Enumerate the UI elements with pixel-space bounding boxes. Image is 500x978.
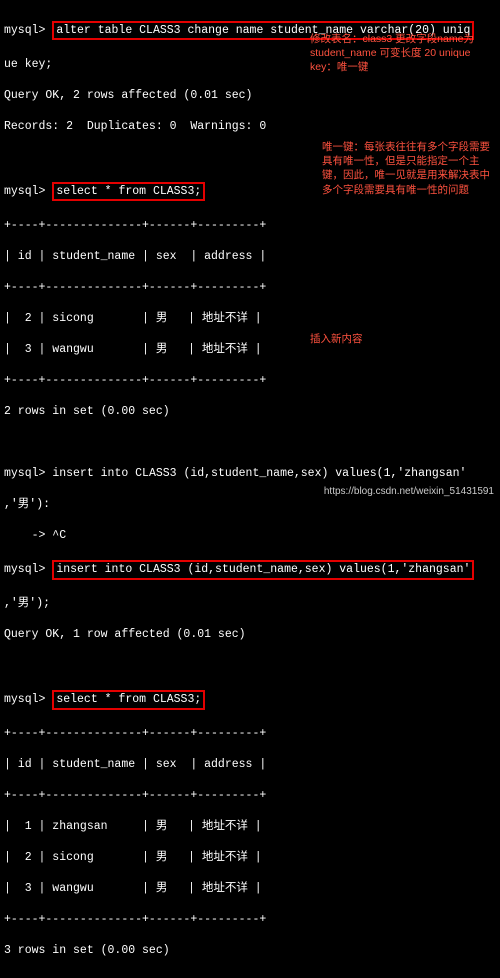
cmd-alter-cont: ue key; bbox=[4, 58, 52, 71]
result-text: 2 rows in set (0.00 sec) bbox=[4, 404, 496, 420]
cmd-insert-cont: ,'男'): bbox=[4, 497, 496, 513]
annotation-insert: 插入新内容 bbox=[310, 332, 410, 346]
table-row: | 2 | sicong | 男 | 地址不详 | bbox=[4, 850, 496, 866]
table-border: +----+--------------+------+---------+ bbox=[4, 280, 496, 296]
table-header: | id | student_name | sex | address | bbox=[4, 249, 496, 265]
table-border: +----+--------------+------+---------+ bbox=[4, 912, 496, 928]
cmd-insert[interactable]: insert into CLASS3 (id,student_name,sex)… bbox=[52, 560, 474, 580]
cmd-insert-cont: ,'男'); bbox=[4, 596, 496, 612]
result-text: Query OK, 2 rows affected (0.01 sec) bbox=[4, 88, 496, 104]
table-border: +----+--------------+------+---------+ bbox=[4, 373, 496, 389]
result-text: 3 rows in set (0.00 sec) bbox=[4, 943, 496, 959]
prompt: mysql> bbox=[4, 185, 45, 198]
prompt: mysql> bbox=[4, 24, 45, 37]
cancel-line: -> ^C bbox=[4, 528, 496, 544]
prompt: mysql> bbox=[4, 467, 45, 480]
table-row: | 3 | wangwu | 男 | 地址不详 | bbox=[4, 342, 496, 358]
cmd-select[interactable]: select * from CLASS3; bbox=[52, 690, 205, 710]
prompt: mysql> bbox=[4, 693, 45, 706]
table-row: | 1 | zhangsan | 男 | 地址不详 | bbox=[4, 819, 496, 835]
annotation-unique-key: 唯一键：每张表往往有多个字段需要具有唯一性，但是只能指定一个主键，因此，唯一见就… bbox=[322, 140, 492, 197]
table-row: | 3 | wangwu | 男 | 地址不详 | bbox=[4, 881, 496, 897]
annotation-alter: 修改表名：class3 更改字段name为student_name 可变长度 2… bbox=[310, 32, 480, 75]
result-text: Records: 2 Duplicates: 0 Warnings: 0 bbox=[4, 119, 496, 135]
prompt: mysql> bbox=[4, 563, 45, 576]
table-border: +----+--------------+------+---------+ bbox=[4, 726, 496, 742]
table-border: +----+--------------+------+---------+ bbox=[4, 218, 496, 234]
watermark: https://blog.csdn.net/weixin_51431591 bbox=[324, 485, 494, 499]
cmd-insert[interactable]: insert into CLASS3 (id,student_name,sex)… bbox=[52, 467, 466, 480]
table-border: +----+--------------+------+---------+ bbox=[4, 788, 496, 804]
table-row: | 2 | sicong | 男 | 地址不详 | bbox=[4, 311, 496, 327]
cmd-select[interactable]: select * from CLASS3; bbox=[52, 182, 205, 202]
table-header: | id | student_name | sex | address | bbox=[4, 757, 496, 773]
result-text: Query OK, 1 row affected (0.01 sec) bbox=[4, 627, 496, 643]
